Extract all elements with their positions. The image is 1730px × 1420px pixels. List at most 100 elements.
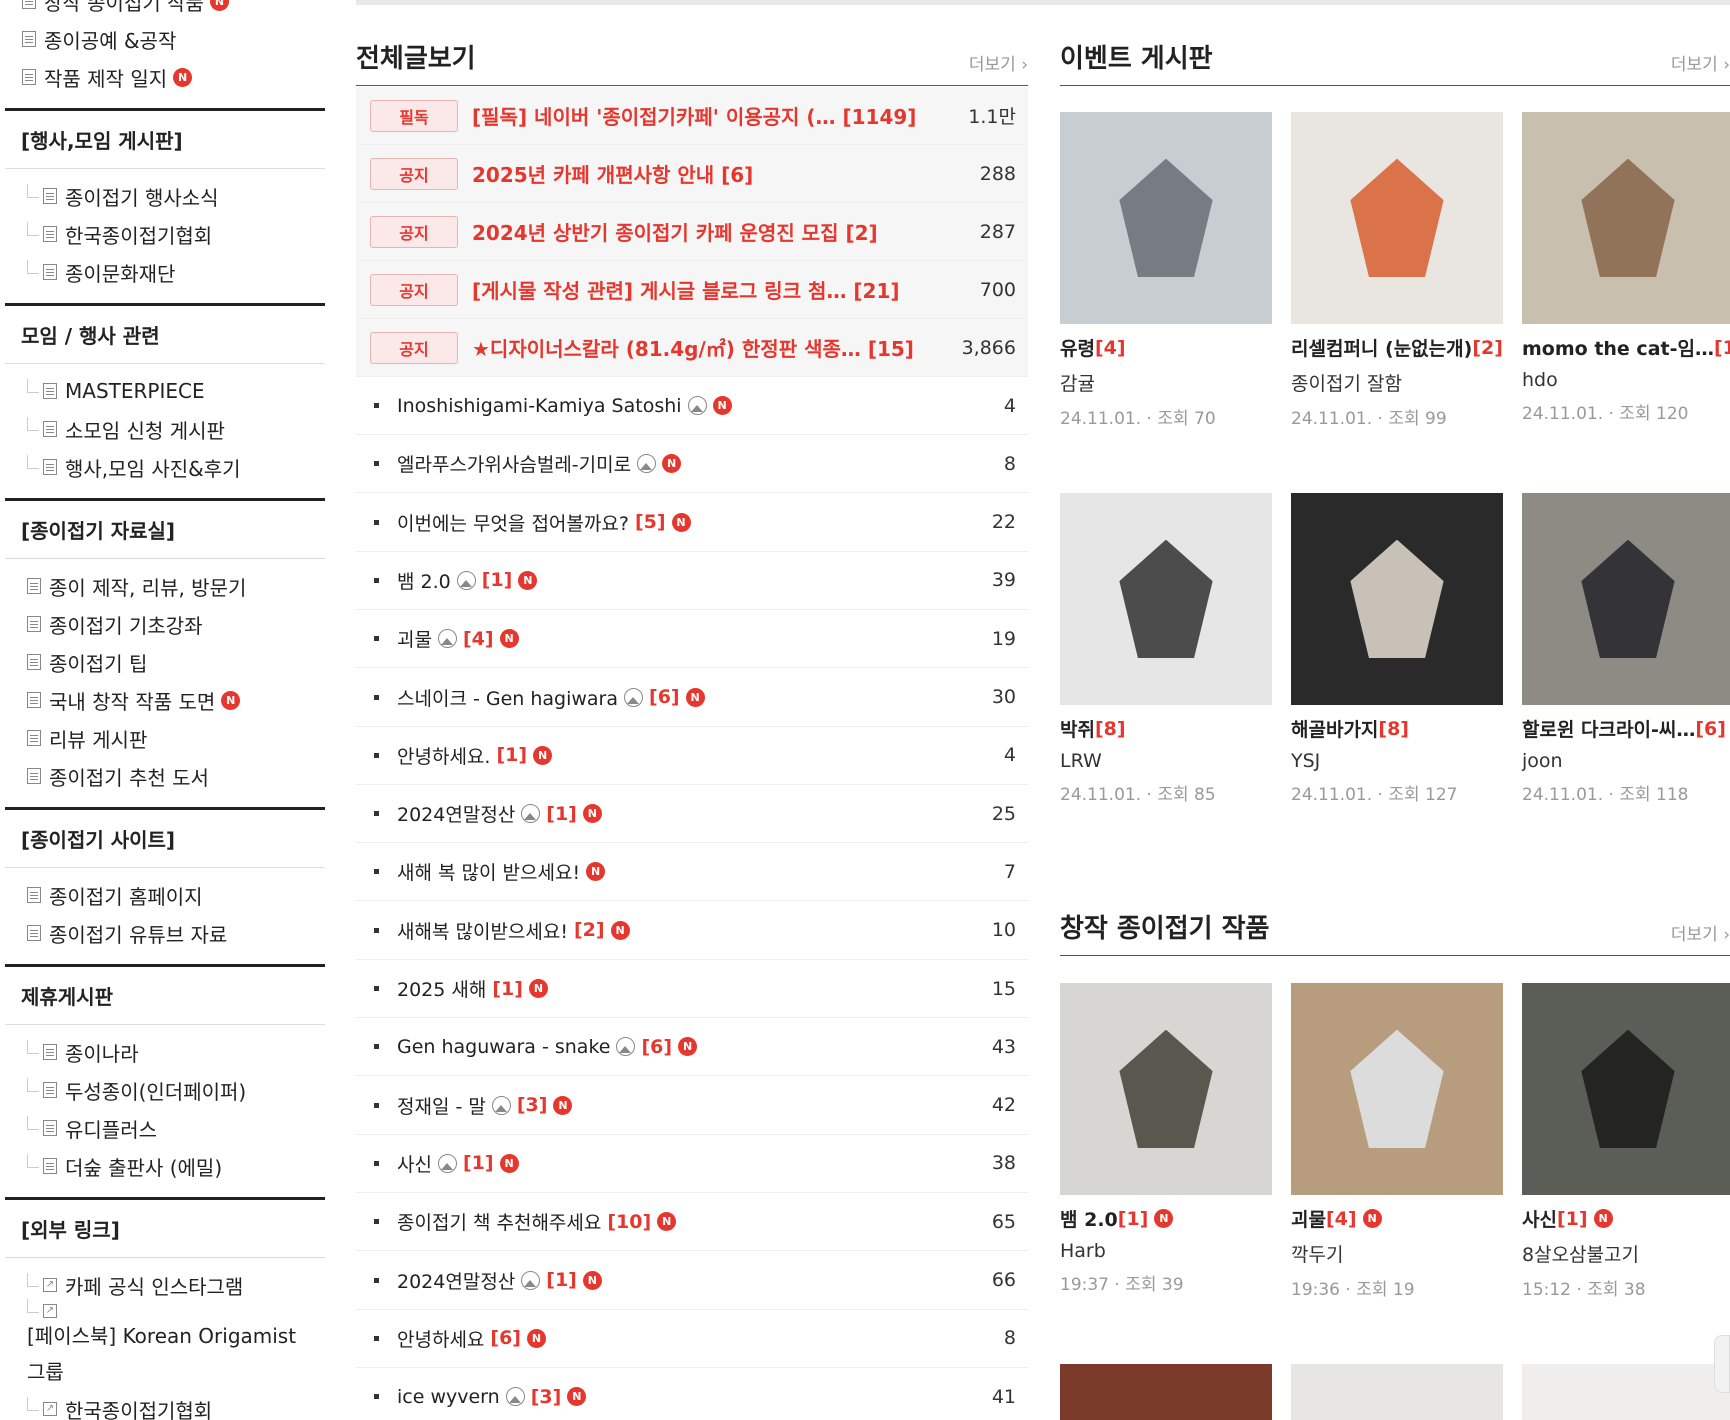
post-row[interactable]: 새해복 많이받으세요! [2] N 10 (356, 902, 1028, 960)
comment-count[interactable]: [2] (1472, 337, 1503, 359)
post-title[interactable]: Gen haguwara - snake [6] N (397, 1036, 958, 1058)
post-title-text[interactable]: 새해복 많이받으세요! (397, 917, 568, 944)
comment-count[interactable]: [8] (1378, 718, 1409, 740)
post-title[interactable]: Inoshishigami-Kamiya Satoshi N (397, 395, 958, 417)
post-title[interactable]: 새해 복 많이 받으세요! N (397, 858, 958, 885)
sidebar-item-basics[interactable]: 종이접기 기초강좌 (5, 605, 325, 643)
post-title-text[interactable]: 정재일 - 말 (397, 1092, 486, 1119)
card-title[interactable]: 할로윈 다크라이-씨… [6] (1522, 715, 1730, 742)
comment-count[interactable]: [1] (546, 1269, 577, 1291)
post-row[interactable]: 2025 새해 [1] N 15 (356, 960, 1028, 1018)
comment-count[interactable]: [4] (1095, 337, 1126, 359)
post-title[interactable]: 안녕하세요 [6] N (397, 1325, 958, 1352)
post-title[interactable]: 이번에는 무엇을 접어볼까요? [5] N (397, 509, 958, 536)
comment-count[interactable]: [4] (1326, 1208, 1357, 1230)
thumbnail-image[interactable] (1291, 983, 1503, 1195)
notice-row[interactable]: 공지 2024년 상반기 종이접기 카페 운영진 모집 [2] 287 (356, 203, 1028, 261)
card-title-text[interactable]: 박쥐 (1060, 715, 1095, 742)
sidebar-item-paper-review[interactable]: 종이 제작, 리뷰, 방문기 (5, 567, 325, 605)
post-row[interactable]: Gen haguwara - snake [6] N 43 (356, 1018, 1028, 1077)
sidebar-item-small-group[interactable]: 소모임 신청 게시판 (5, 410, 325, 448)
comment-count[interactable]: [3] (517, 1094, 548, 1116)
comment-count[interactable]: [1] (492, 978, 523, 1000)
more-link[interactable]: 더보기 (1671, 50, 1730, 75)
sidebar-item-creative-works[interactable]: 창작 종이접기 작품 N (0, 0, 330, 20)
gallery-card[interactable]: 유령 [4] 감귤 24.11.01. · 조회 70 (1060, 112, 1272, 429)
comment-count[interactable]: [1] (546, 803, 577, 825)
card-title[interactable]: 박쥐 [8] (1060, 715, 1272, 742)
sidebar-group-title[interactable]: [종이접기 자료실] (5, 501, 325, 559)
post-row[interactable]: 새해 복 많이 받으세요! N 7 (356, 843, 1028, 902)
card-author[interactable]: hdo (1522, 369, 1730, 391)
comment-count[interactable]: [1] (496, 744, 527, 766)
sidebar-item-jongi-nara[interactable]: 종이나라 (5, 1033, 325, 1071)
card-title-text[interactable]: 뱀 2.0 (1060, 1205, 1118, 1232)
sidebar-group-title[interactable]: [종이접기 사이트] (5, 810, 325, 868)
sidebar-item-kofa-link[interactable]: ↗ 한국종이접기협회 (5, 1390, 325, 1420)
card-title-text[interactable]: 사신 (1522, 1205, 1557, 1232)
post-title-text[interactable]: 안녕하세요 (397, 1325, 484, 1352)
card-title-text[interactable]: 해골바가지 (1291, 715, 1378, 742)
comment-count[interactable]: [6] (649, 686, 680, 708)
post-title-text[interactable]: 2024연말정산 (397, 1267, 515, 1294)
card-title-text[interactable]: 유령 (1060, 334, 1095, 361)
comment-count[interactable]: [5] (635, 511, 666, 533)
post-title[interactable]: 엘라푸스가위사슴벌레-기미로 N (397, 450, 958, 477)
post-title-text[interactable]: 이번에는 무엇을 접어볼까요? (397, 509, 629, 536)
post-row[interactable]: 괴물 [4] N 19 (356, 610, 1028, 669)
card-title-text[interactable]: momo the cat-임… (1522, 334, 1714, 361)
card-author[interactable]: 8살오삼불고기 (1522, 1240, 1730, 1267)
card-title[interactable]: 괴물 [4] N (1291, 1205, 1503, 1232)
post-title[interactable]: 괴물 [4] N (397, 625, 958, 652)
gallery-card[interactable]: 할로윈 다크라이-씨… [6] joon 24.11.01. · 조회 118 (1522, 493, 1730, 805)
card-title-text[interactable]: 리셀컴퍼니 (눈없는개) (1291, 334, 1472, 361)
comment-count[interactable]: [8] (1095, 718, 1126, 740)
sidebar-item-diagrams[interactable]: 국내 창작 작품 도면 N (5, 681, 325, 719)
post-row[interactable]: 종이접기 책 추천해주세요 [10] N 65 (356, 1193, 1028, 1252)
post-title[interactable]: 2024연말정산 [1] N (397, 800, 958, 827)
card-author[interactable]: 깍두기 (1291, 1240, 1503, 1267)
post-title[interactable]: 새해복 많이받으세요! [2] N (397, 917, 958, 944)
comment-count[interactable]: [6] (1695, 718, 1726, 740)
comment-count[interactable]: [10] (607, 1211, 651, 1233)
post-title-text[interactable]: 2024연말정산 (397, 800, 515, 827)
post-title[interactable]: 정재일 - 말 [3] N (397, 1092, 958, 1119)
sidebar-item-tips[interactable]: 종이접기 팁 (5, 643, 325, 681)
notice-title[interactable]: 2025년 카페 개편사항 안내 [6] (472, 159, 958, 188)
post-title-text[interactable]: Gen haguwara - snake (397, 1036, 610, 1058)
sidebar-item-youtube[interactable]: 종이접기 유튜브 자료 (5, 914, 325, 952)
post-title[interactable]: 2024연말정산 [1] N (397, 1267, 958, 1294)
post-row[interactable]: 2024연말정산 [1] N 66 (356, 1252, 1028, 1310)
post-title[interactable]: 종이접기 책 추천해주세요 [10] N (397, 1208, 958, 1235)
card-author[interactable]: joon (1522, 750, 1730, 772)
comment-count[interactable]: [2] (574, 919, 605, 941)
post-title-text[interactable]: 뱀 2.0 (397, 567, 451, 594)
post-title[interactable]: 사신 [1] N (397, 1150, 958, 1177)
comment-count[interactable]: [1] (1118, 1208, 1149, 1230)
post-title-text[interactable]: 안녕하세요. (397, 742, 490, 769)
thumbnail-image[interactable] (1522, 112, 1730, 324)
card-title[interactable]: 해골바가지 [8] (1291, 715, 1503, 742)
sidebar-item-homepages[interactable]: 종이접기 홈페이지 (5, 876, 325, 914)
post-title[interactable]: ice wyvern [3] N (397, 1386, 958, 1408)
post-title-text[interactable]: Inoshishigami-Kamiya Satoshi (397, 395, 682, 417)
comment-count[interactable]: [4] (463, 628, 494, 650)
comment-count[interactable]: [1] (1557, 1208, 1588, 1230)
post-title-text[interactable]: 사신 (397, 1150, 432, 1177)
card-author[interactable]: Harb (1060, 1240, 1272, 1262)
notice-row[interactable]: 공지 ★디자이너스칼라 (81.4g/㎡) 한정판 색종… [15] 3,866 (356, 319, 1028, 377)
sidebar-group-title[interactable]: [행사,모임 게시판] (5, 111, 325, 169)
thumbnail-image[interactable] (1522, 493, 1730, 705)
post-title-text[interactable]: 2025 새해 (397, 975, 486, 1002)
thumbnail-image[interactable] (1060, 1364, 1272, 1420)
comment-count[interactable]: [6] (641, 1036, 672, 1058)
post-title[interactable]: 스네이크 - Gen hagiwara [6] N (397, 684, 958, 711)
thumbnail-image[interactable] (1522, 1364, 1730, 1420)
sidebar-item-udiplus[interactable]: 유디플러스 (5, 1109, 325, 1147)
sidebar-item-work-log[interactable]: 작품 제작 일지 N (0, 58, 330, 96)
card-author[interactable]: 감귤 (1060, 369, 1272, 396)
comment-count[interactable]: [6] (490, 1327, 521, 1349)
post-row[interactable]: 안녕하세요 [6] N 8 (356, 1310, 1028, 1368)
thumbnail-image[interactable] (1060, 493, 1272, 705)
more-link[interactable]: 더보기 (1671, 920, 1730, 945)
